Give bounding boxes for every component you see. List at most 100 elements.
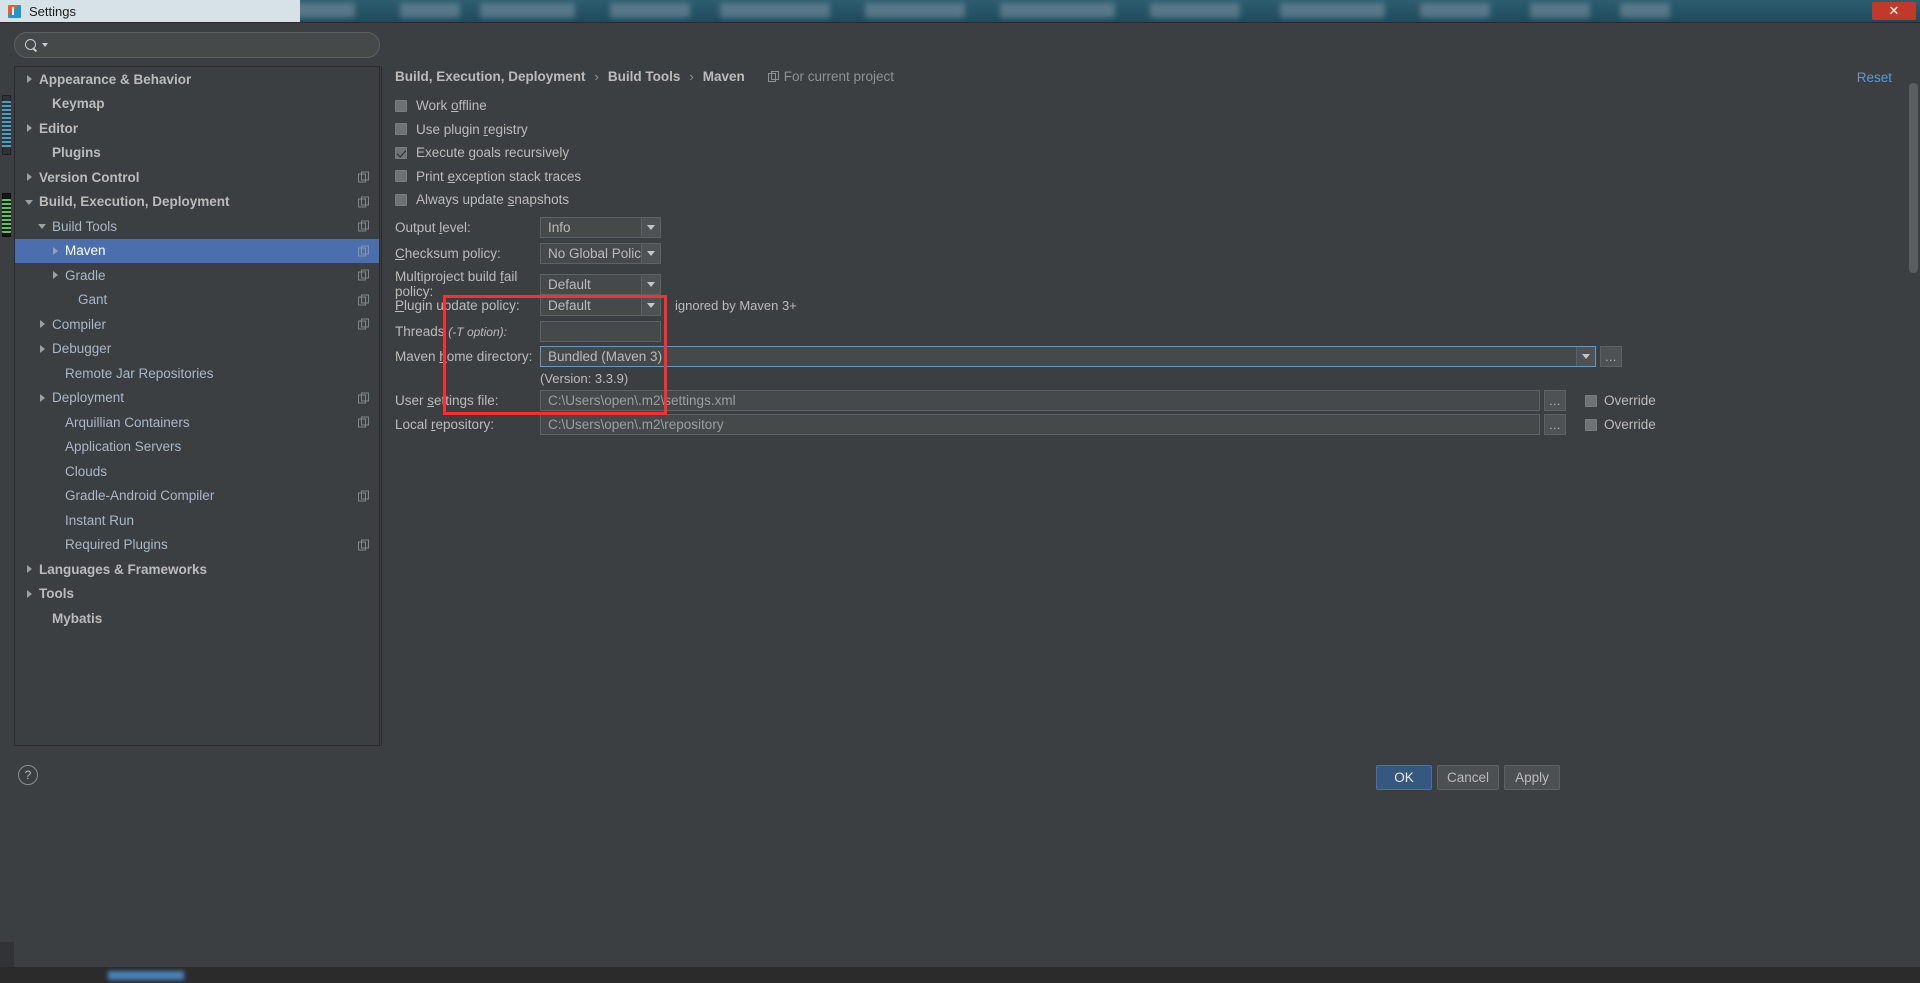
sidebar-item-deployment[interactable]: Deployment	[15, 386, 379, 411]
field-label: Maven home directory:	[395, 349, 533, 364]
scroll-marker	[2, 199, 11, 233]
checkbox-box[interactable]	[1585, 418, 1597, 431]
breadcrumb: Build, Execution, Deployment › Build Too…	[395, 69, 894, 84]
checkbox-print-exception-stack-traces[interactable]: Print exception stack traces	[395, 169, 581, 184]
sidebar-item-label: Tools	[39, 586, 74, 602]
sidebar-item-maven[interactable]: Maven	[15, 238, 379, 263]
project-scope-icon	[358, 245, 369, 257]
sidebar-item-gradle-android-compiler[interactable]: Gradle-Android Compiler	[15, 484, 379, 509]
cancel-button[interactable]: Cancel	[1437, 765, 1499, 790]
project-scope-icon	[358, 416, 369, 428]
dropdown-plugin-update-policy[interactable]: Default	[540, 295, 661, 316]
sidebar-item-debugger[interactable]: Debugger	[15, 337, 379, 362]
sidebar-item-application-servers[interactable]: Application Servers	[15, 435, 379, 460]
sidebar-item-gant[interactable]: Gant	[15, 288, 379, 313]
project-scope-icon	[358, 294, 369, 306]
chevron-right-icon[interactable]	[23, 170, 37, 184]
chevron-right-icon[interactable]	[23, 587, 37, 601]
ok-button[interactable]: OK	[1376, 765, 1432, 790]
input-local-repository[interactable]: C:\Users\open\.m2\repository	[540, 414, 1540, 435]
checkbox-always-update-snapshots[interactable]: Always update snapshots	[395, 192, 569, 207]
checkbox-box[interactable]	[395, 193, 407, 206]
field-label: Plugin update policy:	[395, 298, 520, 313]
settings-category-tree[interactable]: Appearance & Behavior Keymap Editor Plugins…	[14, 66, 380, 746]
checkbox-use-plugin-registry[interactable]: Use plugin registry	[395, 122, 528, 137]
sidebar-item-languages-frameworks[interactable]: Languages & Frameworks	[15, 557, 379, 582]
chevron-right-icon[interactable]	[36, 391, 50, 405]
sidebar-item-build-execution-deployment[interactable]: Build, Execution, Deployment	[15, 190, 379, 215]
sidebar-item-clouds[interactable]: Clouds	[15, 459, 379, 484]
checkbox-execute-goals-recursively[interactable]: Execute goals recursively	[395, 145, 569, 160]
checkbox-label: Execute goals recursively	[416, 145, 570, 160]
checkbox-box[interactable]	[1585, 394, 1597, 407]
chevron-right-icon[interactable]	[23, 121, 37, 135]
chevron-down-icon[interactable]	[641, 244, 660, 263]
chevron-right-icon[interactable]	[49, 268, 63, 282]
sidebar-item-keymap[interactable]: Keymap	[15, 92, 379, 117]
dropdown-checksum-policy[interactable]: No Global Policy	[540, 243, 661, 264]
checkbox-override-user-settings[interactable]: Override	[1585, 393, 1656, 408]
chevron-right-icon[interactable]	[36, 342, 50, 356]
field-label: Output level:	[395, 220, 471, 235]
checkbox-box[interactable]	[395, 99, 407, 112]
maven-version-note: (Version: 3.3.9)	[540, 371, 629, 386]
browse-maven-home-button[interactable]: ...	[1600, 346, 1622, 367]
sidebar-item-label: Maven	[65, 243, 106, 259]
browse-local-repository-button[interactable]: ...	[1544, 414, 1566, 435]
dropdown-multiproject-fail-policy[interactable]: Default	[540, 273, 661, 295]
sidebar-item-gradle[interactable]: Gradle	[15, 263, 379, 288]
sidebar-item-label: Gant	[78, 292, 108, 308]
chevron-down-icon[interactable]	[641, 218, 660, 237]
chevron-right-icon[interactable]	[36, 317, 50, 331]
sidebar-item-required-plugins[interactable]: Required Plugins	[15, 533, 379, 558]
sidebar-item-plugins[interactable]: Plugins	[15, 141, 379, 166]
sidebar-item-label: Mybatis	[52, 610, 103, 626]
dropdown-maven-home-directory[interactable]: Bundled (Maven 3)	[540, 346, 1596, 367]
checkbox-box[interactable]	[395, 146, 407, 159]
field-plugin-update-policy: Plugin update policy: Default ignored by…	[395, 295, 797, 316]
help-button[interactable]: ?	[18, 765, 38, 785]
chevron-down-icon[interactable]	[42, 43, 48, 47]
sidebar-item-mybatis[interactable]: Mybatis	[15, 606, 379, 631]
breadcrumb-part-2[interactable]: Maven	[703, 69, 745, 84]
breadcrumb-part-1[interactable]: Build Tools	[608, 69, 681, 84]
reset-button[interactable]: Reset	[1857, 70, 1892, 85]
sidebar-item-label: Plugins	[52, 145, 101, 161]
sidebar-item-arquillian-containers[interactable]: Arquillian Containers	[15, 410, 379, 435]
checkbox-override-local-repository[interactable]: Override	[1585, 417, 1656, 432]
breadcrumb-part-0[interactable]: Build, Execution, Deployment	[395, 69, 586, 84]
chevron-right-icon[interactable]	[23, 562, 37, 576]
checkbox-work-offline[interactable]: Work offline	[395, 98, 487, 113]
search-input[interactable]	[52, 37, 369, 53]
sidebar-item-version-control[interactable]: Version Control	[15, 165, 379, 190]
browse-user-settings-file-button[interactable]: ...	[1544, 390, 1566, 411]
chevron-down-icon[interactable]	[641, 296, 660, 315]
chevron-right-icon[interactable]	[49, 244, 63, 258]
chevron-down-icon[interactable]	[36, 219, 50, 233]
chevron-down-icon[interactable]	[641, 274, 660, 294]
sidebar-item-editor[interactable]: Editor	[15, 116, 379, 141]
checkbox-box[interactable]	[395, 170, 407, 182]
apply-button[interactable]: Apply	[1504, 765, 1560, 790]
dialog-scrollbar-thumb[interactable]	[1909, 83, 1918, 273]
plugin-update-policy-note: ignored by Maven 3+	[675, 298, 797, 313]
input-threads[interactable]	[540, 321, 661, 342]
dropdown-output-level[interactable]: Info	[540, 217, 661, 238]
chevron-down-icon[interactable]	[1576, 347, 1595, 366]
sidebar-item-compiler[interactable]: Compiler	[15, 312, 379, 337]
sidebar-item-label: Version Control	[39, 169, 140, 185]
chevron-right-icon[interactable]	[23, 72, 37, 86]
input-user-settings-file[interactable]: C:\Users\open\.m2\settings.xml	[540, 390, 1540, 411]
sidebar-item-tools[interactable]: Tools	[15, 582, 379, 607]
settings-dialog: Settings Appearance & Behavior Keymap Edit…	[0, 0, 1920, 983]
chevron-down-icon[interactable]	[23, 195, 37, 209]
sidebar-item-remote-jar-repositories[interactable]: Remote Jar Repositories	[15, 361, 379, 386]
sidebar-item-build-tools[interactable]: Build Tools	[15, 214, 379, 239]
checkbox-box[interactable]	[395, 123, 407, 135]
sidebar-item-instant-run[interactable]: Instant Run	[15, 508, 379, 533]
search-box[interactable]	[14, 32, 380, 58]
sidebar-item-label: Appearance & Behavior	[39, 71, 192, 87]
sidebar-item-appearance-behavior[interactable]: Appearance & Behavior	[15, 67, 379, 92]
